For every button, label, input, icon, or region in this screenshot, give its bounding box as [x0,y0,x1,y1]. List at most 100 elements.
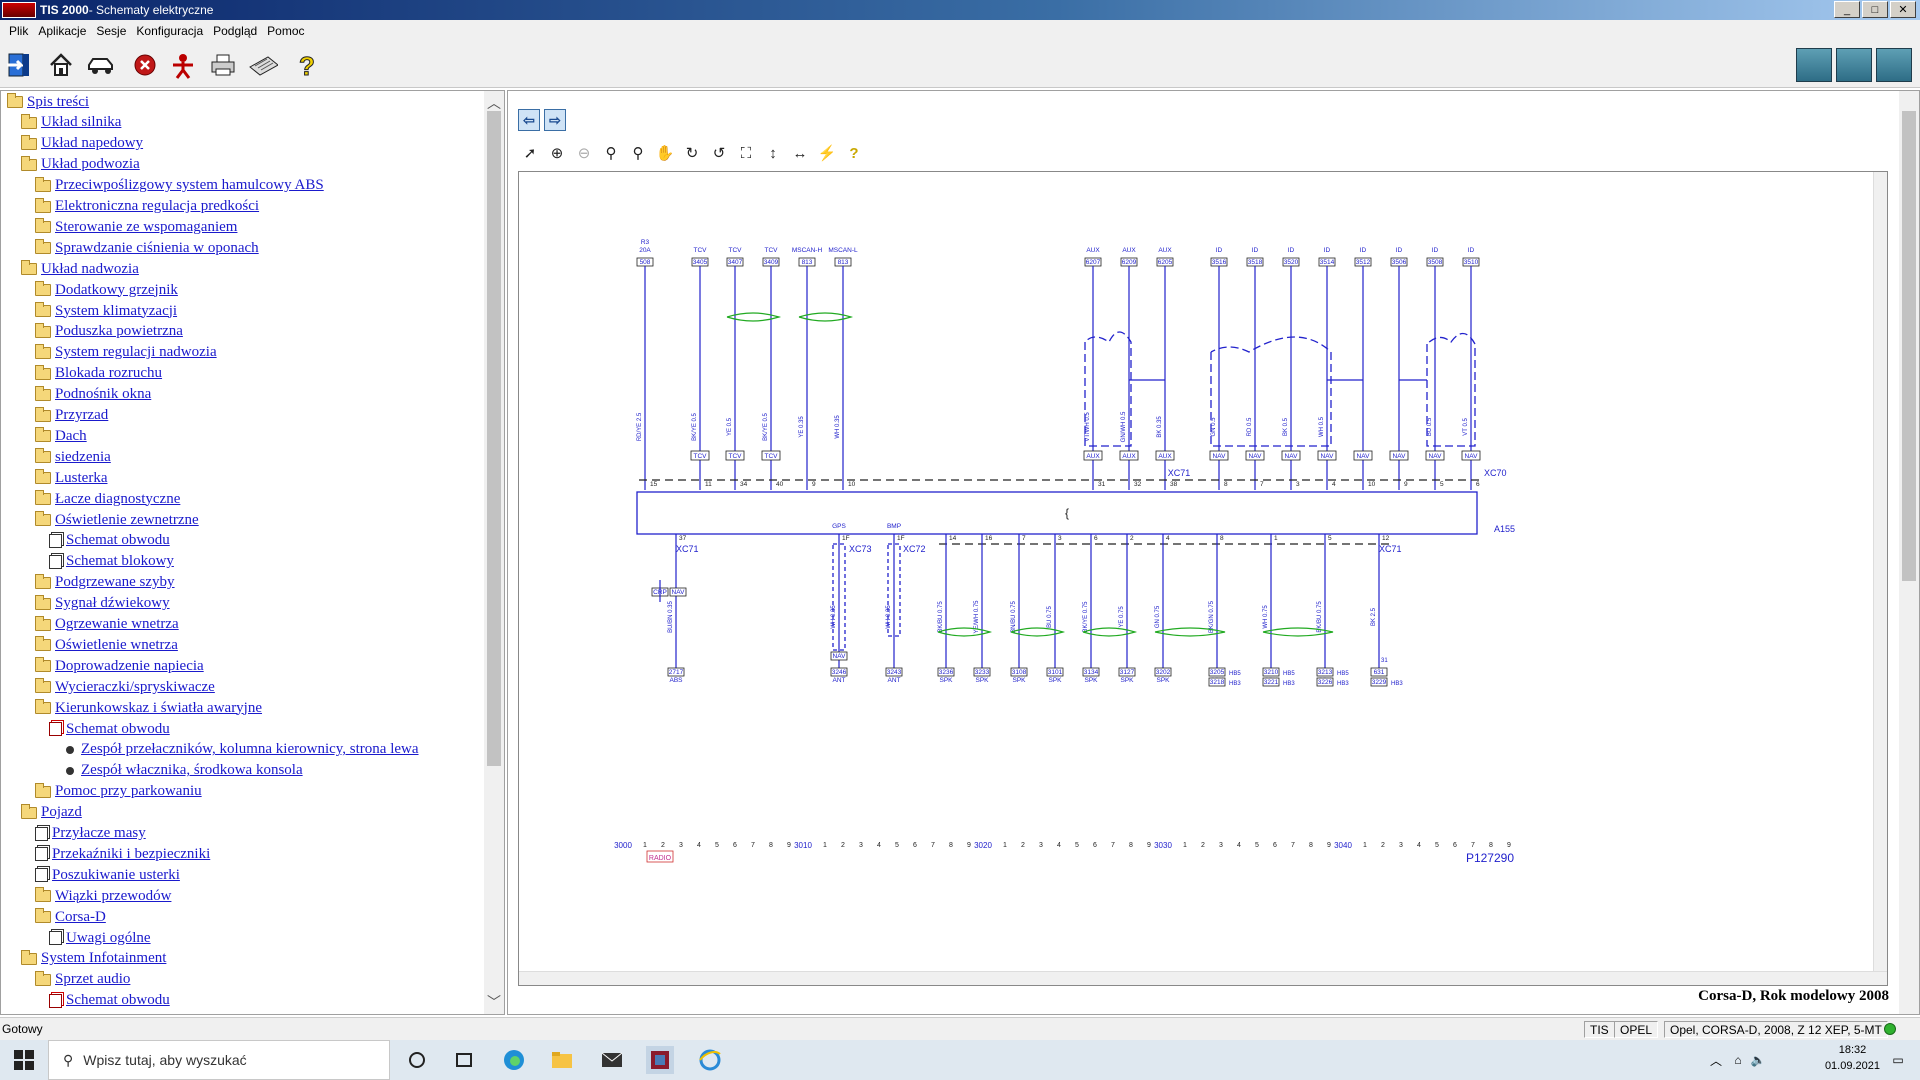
tree-scrollbar[interactable]: ︿ ﹀ [484,91,504,1014]
edge-icon[interactable] [500,1046,528,1074]
tree-item-label[interactable]: Ogrzewanie wnetrza [55,616,179,633]
tree-item-label[interactable]: Oświetlenie wnetrza [55,637,178,654]
tree-item[interactable]: Elektroniczna regulacja predkości [35,197,259,217]
tree-item-label[interactable]: Sprzet audio [55,971,130,988]
tree-item-label[interactable]: Schemat obwodu [66,721,170,738]
zoom-in-icon[interactable]: ⊕ [545,142,569,164]
tree-item[interactable]: Schemat obwodu [49,531,170,551]
tree-item-label[interactable]: Poszukiwanie usterki [52,867,180,884]
help-icon[interactable]: ? [292,50,322,80]
zoom-icon[interactable]: ⚲ [599,142,623,164]
keyboard-icon[interactable] [248,50,278,80]
tree-item[interactable]: Wycieraczki/spryskiwacze [35,677,215,697]
forward-button[interactable]: ⇨ [544,109,566,131]
tree-item[interactable]: Łacze diagnostyczne [35,489,180,509]
internet-explorer-icon[interactable] [696,1046,724,1074]
tree-item-label[interactable]: Uwagi ogólne [66,930,151,947]
tree-item[interactable]: siedzenia [35,447,111,467]
tree-item-label[interactable]: Doprowadzenie napiecia [55,658,204,675]
tree-item[interactable]: Sprzet audio [35,970,130,990]
vehicle-service-icon[interactable] [1876,48,1912,82]
zoom-out-icon[interactable]: ⊖ [572,142,596,164]
tree-item-label[interactable]: Schemat obwodu [66,532,170,549]
fit-height-icon[interactable]: ↕ [761,142,785,164]
tree-item[interactable]: System klimatyzacji [35,301,177,321]
menu-podglad[interactable]: Podgląd [208,24,262,38]
home-icon[interactable] [46,50,76,80]
clock[interactable]: 18:32 01.09.2021 [1825,1042,1880,1074]
tree-item-label[interactable]: Wycieraczki/spryskiwacze [55,679,215,696]
windows-start-icon[interactable] [10,1046,38,1074]
tree-item-label[interactable]: Przeciwpoślizgowy system hamulcowy ABS [55,177,324,194]
tree-item-label[interactable]: System regulacji nadwozia [55,344,217,361]
tree-item-label[interactable]: Układ nadwozia [41,261,139,278]
tree-item[interactable]: Sprawdzanie ciśnienia w oponach [35,238,259,258]
tree-item[interactable]: Przyrzad [35,406,108,426]
tree-item[interactable]: Poszukiwanie usterki [35,865,180,885]
tree-item-label[interactable]: Dodatkowy grzejnik [55,282,178,299]
menu-aplikacje[interactable]: Aplikacje [33,24,91,38]
tree-item[interactable]: Oświetlenie wnetrza [35,635,178,655]
tree-item-label[interactable]: Przekaźniki i bezpieczniki [52,846,210,863]
tree-item[interactable]: Pojazd [21,803,82,823]
maximize-button[interactable]: □ [1862,1,1888,18]
tis2000-taskbar-icon[interactable] [646,1046,674,1074]
tree-item-label[interactable]: Podnośnik okna [55,386,151,403]
tree-item-label[interactable]: Lusterka [55,470,107,487]
tree-item-label[interactable]: Kierunkowskaz i światła awaryjne [55,700,262,717]
tree-item-label[interactable]: Spis treści [27,94,89,111]
vehicle-check-icon[interactable] [1796,48,1832,82]
tree-item-label[interactable]: Schemat blokowy [66,553,174,570]
tree-item-label[interactable]: Układ podwozia [41,156,140,173]
tree-item[interactable]: System Infotainment [21,949,166,969]
tree-item-label[interactable]: System klimatyzacji [55,303,177,320]
tree-item-label[interactable]: Łacze diagnostyczne [55,491,180,508]
tree-item-label[interactable]: Zespół przełaczników, kolumna kierownicy… [81,741,419,758]
menu-pomoc[interactable]: Pomoc [262,24,309,38]
tree-item-label[interactable]: siedzenia [55,449,111,466]
tree-item[interactable]: Zespół włacznika, środkowa konsola [63,761,303,781]
scroll-up-icon[interactable]: ︿ [484,93,504,113]
tree-item[interactable]: Przeciwpoślizgowy system hamulcowy ABS [35,176,324,196]
fit-all-icon[interactable]: ⛶ [734,142,758,164]
tree-item[interactable]: Przyłacze masy [35,824,146,844]
cortana-icon[interactable] [403,1046,431,1074]
taskbar-search[interactable]: ⚲ Wpisz tutaj, aby wyszukać [48,1040,390,1080]
tray-sound-icon[interactable]: 🔈 [1744,1046,1772,1074]
zoom-window-icon[interactable]: ⚲ [626,142,650,164]
menu-konfiguracja[interactable]: Konfiguracja [131,24,208,38]
tree-item[interactable]: Dodatkowy grzejnik [35,280,178,300]
tree-item-label[interactable]: Sprawdzanie ciśnienia w oponach [55,240,259,257]
person-icon[interactable] [168,50,198,80]
tree-item[interactable]: Uwagi ogólne [49,928,151,948]
tree-item[interactable]: Zespół przełaczników, kolumna kierownicy… [63,740,419,760]
help-icon[interactable]: ? [842,142,866,164]
diagram-hscroll[interactable] [519,971,1887,985]
pointer-icon[interactable]: ➚ [518,142,542,164]
tree-item-label[interactable]: Zespół włacznika, środkowa konsola [81,762,303,779]
measure-icon[interactable]: ⚡ [815,142,839,164]
tree-item[interactable]: Oświetlenie zewnetrzne [35,510,199,530]
car-icon[interactable] [86,50,116,80]
back-button[interactable]: ⇦ [518,109,540,131]
tree-item[interactable]: Schemat obwodu [49,719,170,739]
tree-item[interactable]: Wiązki przewodów [35,886,171,906]
tree-item[interactable]: Podgrzewane szyby [35,573,175,593]
menu-sesje[interactable]: Sesje [91,24,131,38]
task-view-icon[interactable] [450,1046,478,1074]
scroll-down-icon[interactable]: ﹀ [484,992,504,1012]
pane-scrollbar[interactable] [1899,91,1919,1014]
tree-item-label[interactable]: Przyrzad [55,407,108,424]
fit-width-icon[interactable]: ↔ [788,142,812,164]
tree-item-label[interactable]: Dach [55,428,87,445]
tree-item[interactable]: Kierunkowskaz i światła awaryjne [35,698,262,718]
tree-item-label[interactable]: Blokada rozruchu [55,365,162,382]
tree-item[interactable]: Układ napedowy [21,134,143,154]
tree-item-label[interactable]: Sterowanie ze wspomaganiem [55,219,237,236]
scrollbar-thumb[interactable] [1902,111,1916,581]
tree-item[interactable]: Ogrzewanie wnetrza [35,615,179,635]
scrollbar-thumb[interactable] [487,111,501,766]
stop-icon[interactable] [130,50,160,80]
tree-item[interactable]: Doprowadzenie napiecia [35,656,204,676]
exit-icon[interactable] [4,50,34,80]
